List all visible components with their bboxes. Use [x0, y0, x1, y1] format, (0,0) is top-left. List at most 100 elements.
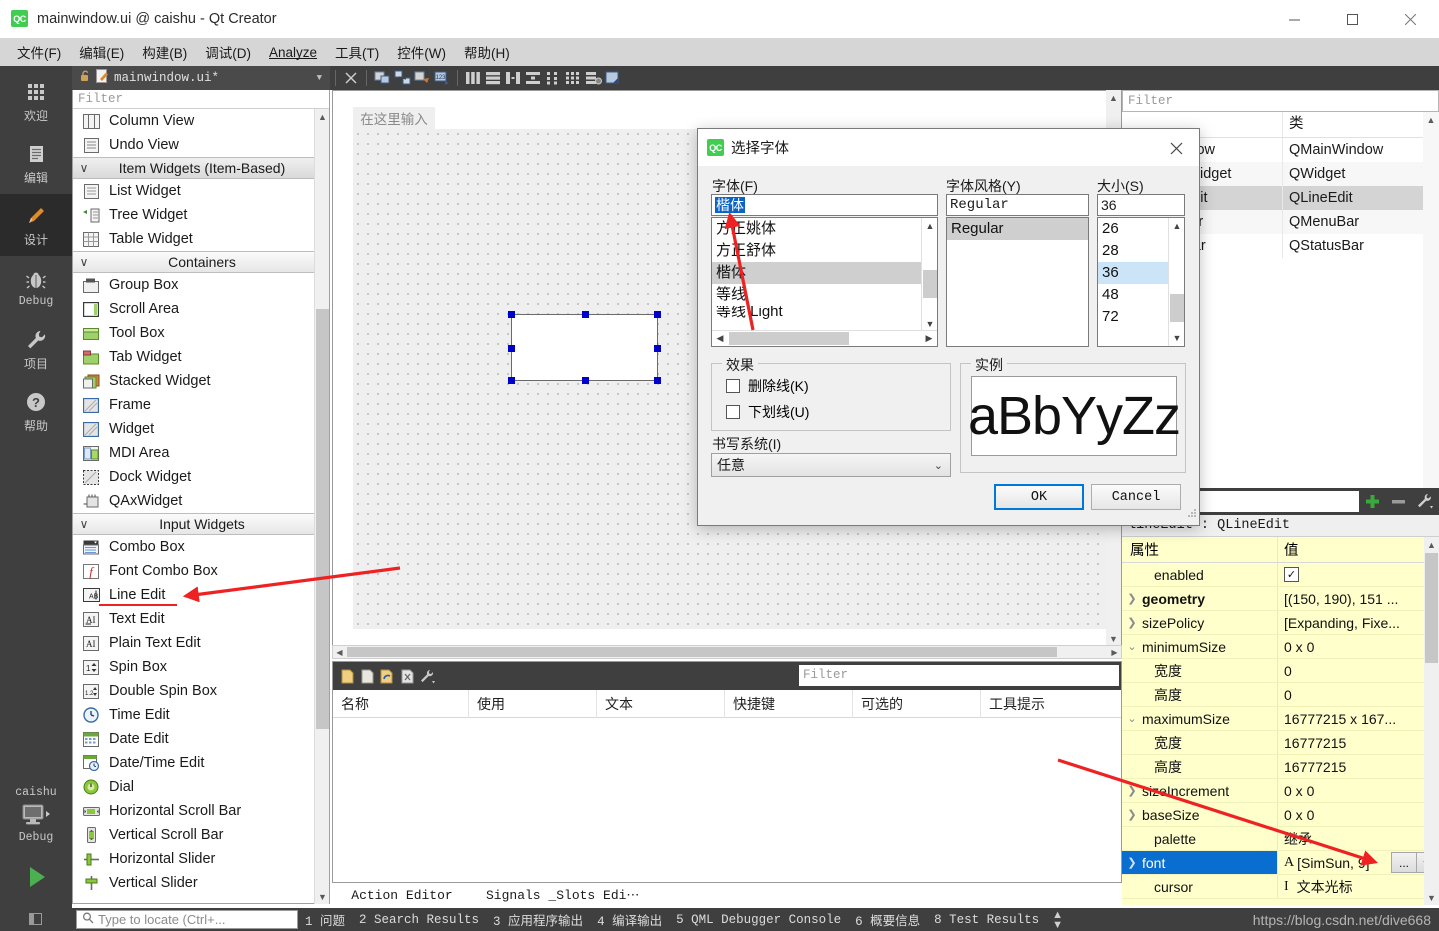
- scroll-up-icon[interactable]: ▲: [1106, 90, 1121, 105]
- font-list-item[interactable]: 方正姚体: [712, 218, 937, 240]
- property-value[interactable]: 0 x 0: [1277, 635, 1439, 658]
- sidebar-item-welcome[interactable]: 欢迎: [0, 70, 72, 132]
- property-row-basesize[interactable]: ❯ baseSize 0 x 0: [1122, 803, 1439, 827]
- scrollbar-thumb[interactable]: [1170, 294, 1184, 322]
- sidebar-toggle-button[interactable]: [0, 913, 72, 926]
- column-header-property[interactable]: 属性: [1122, 537, 1277, 562]
- menubar-placeholder[interactable]: 在这里输入: [353, 107, 435, 129]
- column-header-class[interactable]: 类: [1282, 112, 1439, 137]
- configure-action-button[interactable]: [417, 666, 437, 686]
- widget-item-combo-box[interactable]: Combo Box: [73, 535, 329, 559]
- widget-item-tab-widget[interactable]: Tab Widget: [73, 345, 329, 369]
- property-row-minimum-height[interactable]: 高度 0: [1122, 683, 1439, 707]
- delete-action-button[interactable]: [397, 666, 417, 686]
- font-family-list[interactable]: 方正姚体 方正舒体 楷体 等线 等线 Light ▲ ▼ ◀ ▶: [711, 217, 938, 347]
- property-row-maximumsize[interactable]: ⌄ maximumSize 16777215 x 167...: [1122, 707, 1439, 731]
- property-value[interactable]: 16777215: [1277, 731, 1439, 754]
- widget-item-date-time-edit[interactable]: Date/Time Edit: [73, 751, 329, 775]
- widget-item-mdi-area[interactable]: MDI Area: [73, 441, 329, 465]
- widget-item-tree-widget[interactable]: Tree Widget: [73, 203, 329, 227]
- property-value[interactable]: [Expanding, Fixe...: [1277, 611, 1439, 634]
- property-row-enabled[interactable]: enabled ✓: [1122, 563, 1439, 587]
- widget-item-dial[interactable]: Dial: [73, 775, 329, 799]
- column-header-text[interactable]: 文本: [597, 689, 725, 718]
- configure-property-button[interactable]: [1411, 492, 1439, 512]
- column-header-tooltip[interactable]: 工具提示: [981, 690, 1121, 718]
- maximize-button[interactable]: [1323, 0, 1381, 38]
- underline-checkbox-row[interactable]: 下划线(U): [726, 402, 809, 422]
- widget-item-table-widget[interactable]: Table Widget: [73, 227, 329, 251]
- output-pane-summary[interactable]: 6 概要信息: [848, 910, 927, 929]
- property-value[interactable]: 继承: [1277, 827, 1439, 850]
- font-list-item[interactable]: 等线 Light: [712, 306, 937, 320]
- resize-grip[interactable]: [1186, 505, 1197, 523]
- remove-property-button[interactable]: [1385, 492, 1411, 512]
- property-row-maximum-width[interactable]: 宽度 16777215: [1122, 731, 1439, 755]
- widget-item-time-edit[interactable]: Time Edit: [73, 703, 329, 727]
- widget-item-tool-box[interactable]: Tool Box: [73, 321, 329, 345]
- scroll-up-icon[interactable]: ▲: [1424, 537, 1439, 552]
- layout-grid-button[interactable]: [563, 68, 583, 88]
- expand-chevron-icon[interactable]: ❯: [1122, 856, 1142, 869]
- unlocked-icon[interactable]: [80, 70, 91, 86]
- paste-action-button[interactable]: [377, 666, 397, 686]
- widget-item-plain-text-edit[interactable]: AI Plain Text Edit: [73, 631, 329, 655]
- writing-system-combo[interactable]: 任意 ⌄: [711, 453, 951, 477]
- menu-widgets[interactable]: 控件(W): [388, 39, 455, 65]
- scroll-down-icon[interactable]: ▼: [1169, 330, 1184, 346]
- scrollbar-thumb[interactable]: [316, 309, 329, 729]
- widget-item-vertical-scroll-bar[interactable]: Vertical Scroll Bar: [73, 823, 329, 847]
- action-editor-filter[interactable]: Filter: [799, 665, 1119, 686]
- add-property-button[interactable]: [1359, 492, 1385, 512]
- widget-item-scroll-area[interactable]: Scroll Area: [73, 297, 329, 321]
- scrollbar-thumb[interactable]: [923, 270, 937, 298]
- underline-checkbox[interactable]: [726, 405, 740, 419]
- widget-item-horizontal-slider[interactable]: Horizontal Slider: [73, 847, 329, 871]
- select-font-dialog[interactable]: QC 选择字体 字体(F) 楷体 方正姚体 方正舒体 楷体 等线 等线 Ligh…: [697, 128, 1200, 526]
- property-row-maximum-height[interactable]: 高度 16777215: [1122, 755, 1439, 779]
- font-list-hscrollbar[interactable]: ◀ ▶: [712, 330, 937, 346]
- selected-line-edit-widget[interactable]: [508, 311, 661, 384]
- break-layout-button[interactable]: [583, 68, 603, 88]
- property-value[interactable]: 0 x 0: [1277, 779, 1439, 802]
- expand-chevron-icon[interactable]: ❯: [1122, 592, 1142, 605]
- collapse-chevron-icon[interactable]: ⌄: [1122, 640, 1142, 653]
- widget-category-input-widgets[interactable]: ∨ Input Widgets: [73, 513, 329, 535]
- widget-category-containers[interactable]: ∨ Containers: [73, 251, 329, 273]
- copy-action-button[interactable]: [357, 666, 377, 686]
- widget-item-widget[interactable]: Widget: [73, 417, 329, 441]
- font-size-vscrollbar[interactable]: ▲ ▼: [1168, 218, 1184, 346]
- widget-item-frame[interactable]: Frame: [73, 393, 329, 417]
- widget-item-line-edit[interactable]: AB Line Edit: [73, 583, 329, 607]
- sidebar-item-help[interactable]: ? 帮助: [0, 380, 72, 442]
- layout-splitter-h-button[interactable]: [503, 68, 523, 88]
- run-button[interactable]: [0, 854, 72, 900]
- column-header-value[interactable]: 值: [1277, 537, 1439, 562]
- property-row-palette[interactable]: palette 继承: [1122, 827, 1439, 851]
- close-editor-button[interactable]: [341, 68, 361, 88]
- layout-horizontal-button[interactable]: [463, 68, 483, 88]
- object-inspector-scrollbar[interactable]: ▲: [1423, 112, 1439, 490]
- widget-item-group-box[interactable]: Group Box: [73, 273, 329, 297]
- resize-handle-e[interactable]: [654, 345, 661, 352]
- font-style-input[interactable]: Regular: [946, 194, 1089, 216]
- menu-tools[interactable]: 工具(T): [326, 39, 388, 65]
- scroll-down-icon[interactable]: ▼: [1106, 631, 1121, 646]
- scroll-down-icon[interactable]: ▼: [315, 889, 329, 904]
- menu-help[interactable]: 帮助(H): [455, 39, 519, 65]
- widget-box-filter[interactable]: Filter: [73, 90, 329, 109]
- scroll-up-icon[interactable]: ▲: [1169, 218, 1184, 234]
- property-row-geometry[interactable]: ❯ geometry [(150, 190), 151 ...: [1122, 587, 1439, 611]
- scrollbar-thumb[interactable]: [1425, 553, 1438, 663]
- canvas-horizontal-scrollbar[interactable]: ◀ ▶: [332, 645, 1122, 659]
- font-list-vscrollbar[interactable]: ▲ ▼: [921, 218, 937, 332]
- font-size-list[interactable]: 26 28 36 48 72 ▲ ▼: [1097, 217, 1185, 347]
- resize-handle-n[interactable]: [582, 311, 589, 318]
- widget-item-horizontal-scroll-bar[interactable]: Horizontal Scroll Bar: [73, 799, 329, 823]
- font-browse-button[interactable]: ...: [1391, 852, 1417, 873]
- expand-chevron-icon[interactable]: ❯: [1122, 808, 1142, 821]
- property-row-sizeincrement[interactable]: ❯ sizeIncrement 0 x 0: [1122, 779, 1439, 803]
- scroll-right-icon[interactable]: ▶: [921, 333, 937, 344]
- scroll-up-icon[interactable]: ▲: [1423, 112, 1439, 128]
- scrollbar-thumb[interactable]: [729, 332, 849, 345]
